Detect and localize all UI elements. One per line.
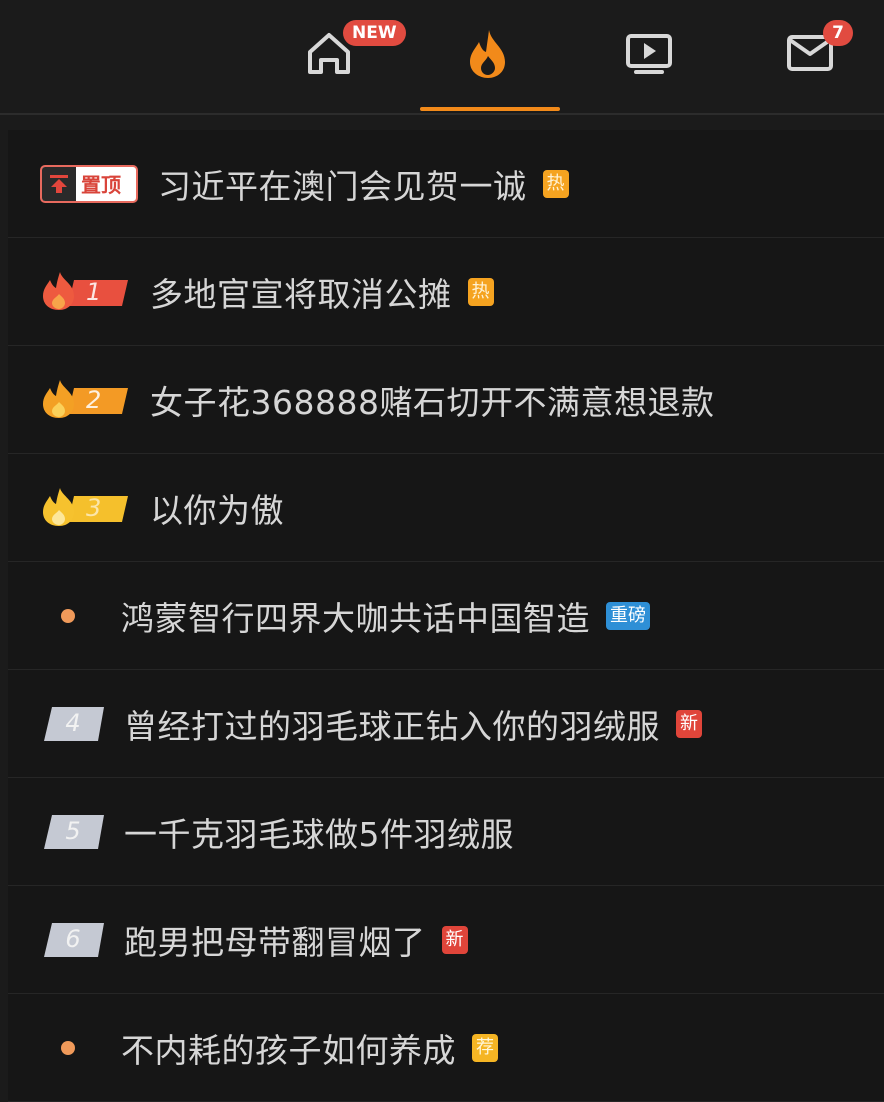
new-badge: NEW: [343, 20, 406, 46]
new-tag: 新: [441, 925, 468, 954]
rank-number: 2: [86, 385, 102, 414]
list-item-title: 习近平在澳门会见贺一诚: [158, 166, 527, 206]
list-item[interactable]: 1 多地官宣将取消公摊 热: [8, 238, 884, 346]
video-tab[interactable]: [614, 20, 684, 90]
flame-icon: [470, 30, 505, 78]
list-item-title: 多地官宣将取消公摊: [150, 274, 452, 314]
list-item[interactable]: 5 一千克羽毛球做5件羽绒服: [8, 778, 884, 886]
list-item[interactable]: 6 跑男把母带翻冒烟了 新: [8, 886, 884, 994]
list-item-title: 不内耗的孩子如何养成: [121, 1030, 456, 1070]
hot-list: 置顶 习近平在澳门会见贺一诚 热 1 多地官宣将取消公摊 热 2 女子花3688…: [8, 130, 884, 1102]
rank-number: 1: [86, 277, 102, 306]
new-tag: 新: [676, 709, 702, 738]
featured-tag: 重磅: [606, 601, 650, 630]
rank-number: 4: [65, 708, 81, 737]
pinned-label: 置顶: [81, 173, 121, 197]
rank-badge-3: 3: [40, 486, 130, 530]
hot-tag: 热: [542, 169, 569, 198]
pin-top-icon: [42, 166, 76, 201]
top-navigation: NEW 7: [0, 0, 884, 115]
list-item-title: 女子花368888赌石切开不满意想退款: [150, 382, 715, 422]
list-item[interactable]: 鸿蒙智行四界大咖共话中国智造 重磅: [8, 562, 884, 670]
tv-play-icon: [626, 34, 672, 74]
list-item-title: 鸿蒙智行四界大咖共话中国智造: [121, 598, 590, 638]
hot-tab[interactable]: [453, 20, 523, 90]
recommended-tag: 荐: [472, 1033, 498, 1062]
message-count-badge: 7: [823, 20, 853, 46]
flame-icon: [43, 487, 128, 526]
list-item-title: 曾经打过的羽毛球正钻入你的羽绒服: [124, 706, 660, 746]
active-tab-indicator: [420, 107, 560, 111]
rank-badge-2: 2: [40, 378, 130, 422]
rank-badge-6: 6: [44, 922, 104, 957]
list-item[interactable]: 4 曾经打过的羽毛球正钻入你的羽绒服 新: [8, 670, 884, 778]
bullet-dot: [61, 1040, 75, 1055]
list-item-title: 跑男把母带翻冒烟了: [124, 922, 426, 962]
rank-badge-5: 5: [44, 814, 104, 849]
list-item-title: 以你为傲: [150, 490, 284, 530]
list-item-title: 一千克羽毛球做5件羽绒服: [124, 814, 514, 854]
flame-icon: [43, 271, 128, 310]
list-item[interactable]: 不内耗的孩子如何养成 荐: [8, 994, 884, 1102]
rank-number: 5: [65, 816, 81, 845]
hot-tag: 热: [467, 277, 494, 306]
rank-badge-4: 4: [44, 706, 104, 741]
rank-badge-1: 1: [40, 270, 130, 314]
bullet-dot: [61, 608, 75, 623]
rank-number: 3: [86, 493, 102, 522]
pinned-badge: 置顶: [40, 164, 138, 203]
list-item-pinned[interactable]: 置顶 习近平在澳门会见贺一诚 热: [8, 130, 884, 238]
flame-icon: [43, 379, 128, 418]
list-item[interactable]: 2 女子花368888赌石切开不满意想退款: [8, 346, 884, 454]
rank-number: 6: [65, 924, 81, 953]
list-item[interactable]: 3 以你为傲: [8, 454, 884, 562]
